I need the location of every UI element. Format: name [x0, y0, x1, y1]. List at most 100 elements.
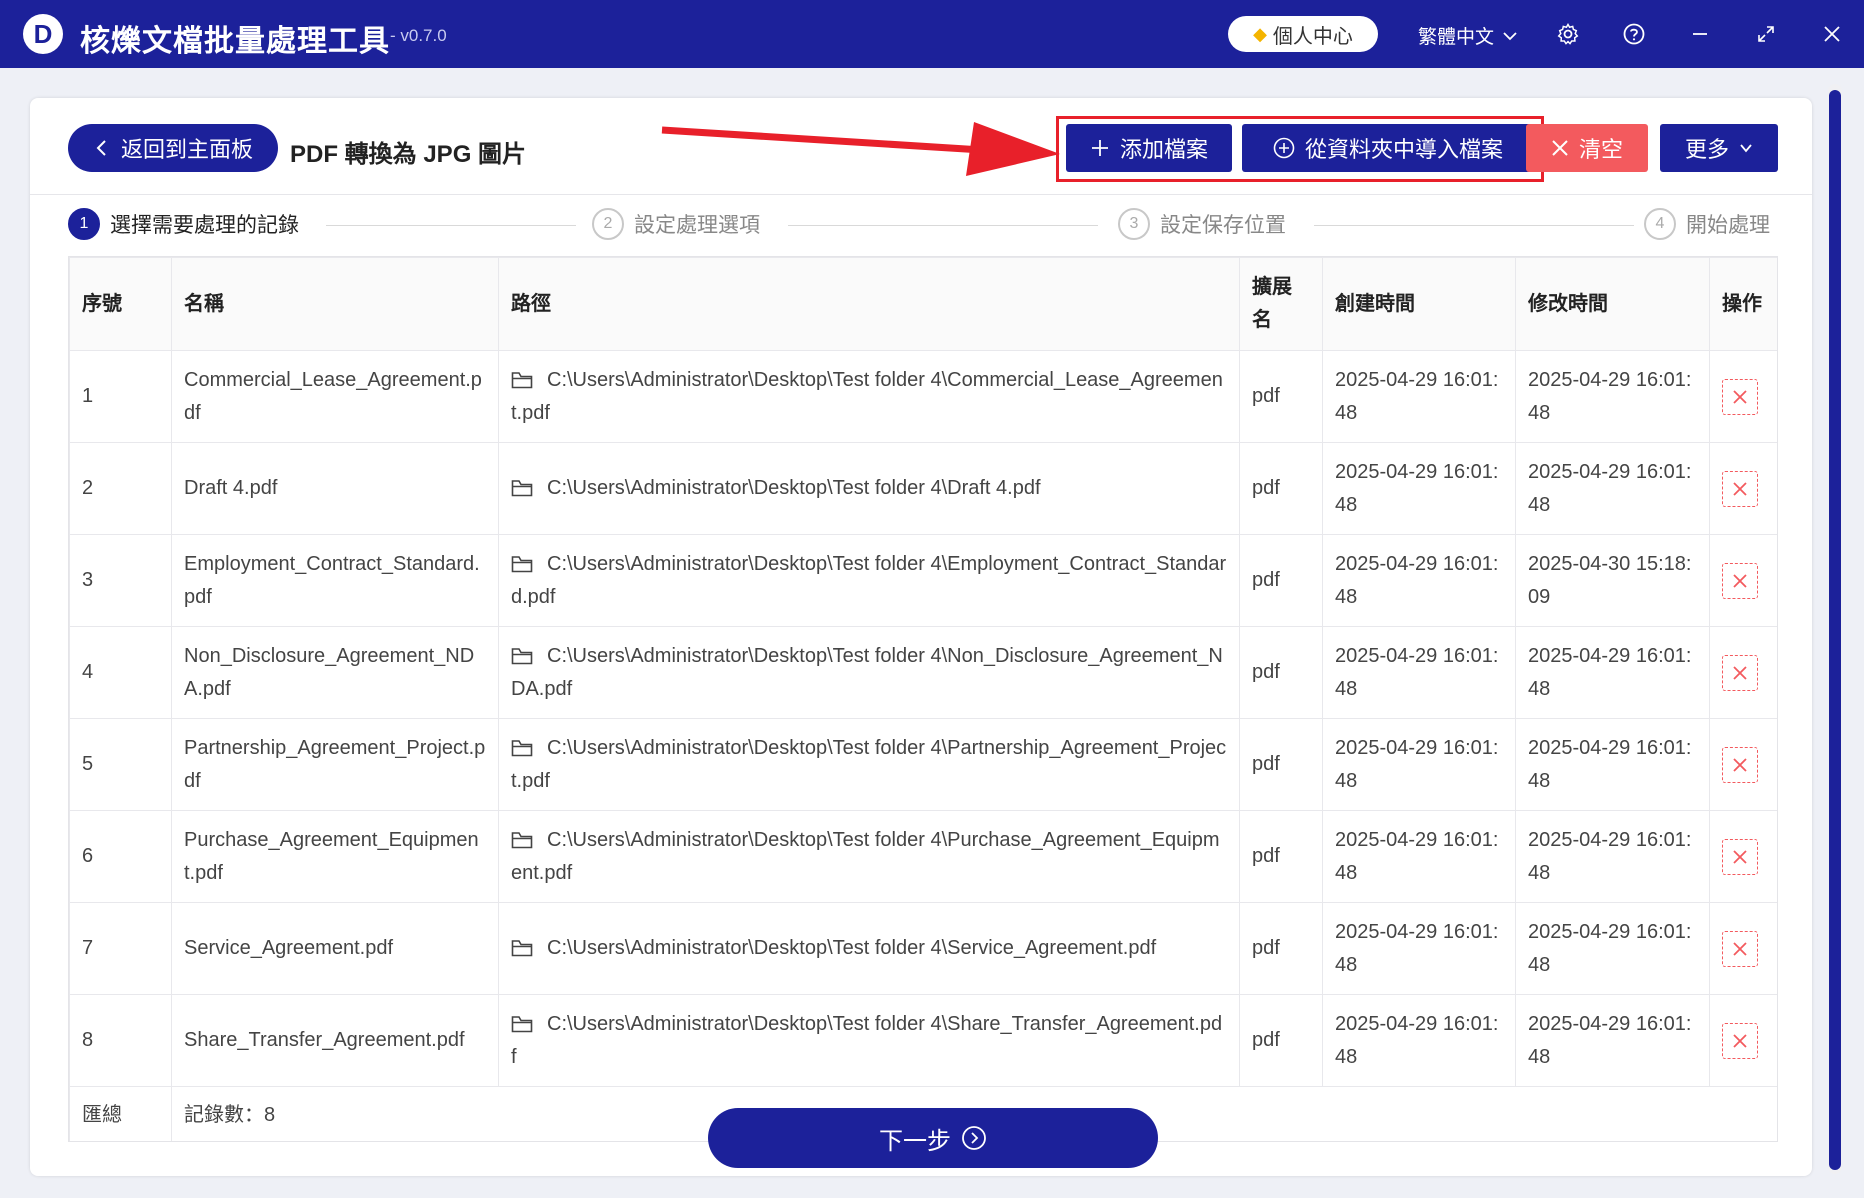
file-path-cell: C:\Users\Administrator\Desktop\Test fold…	[498, 718, 1240, 811]
language-label: 繁體中文	[1418, 27, 1495, 48]
column-header: 路徑	[498, 257, 1240, 351]
delete-row-button[interactable]	[1722, 654, 1758, 691]
step-1: 1 選擇需要處理的記錄	[68, 208, 299, 240]
file-extension: pdf	[1239, 718, 1323, 811]
user-center-label: 個人中心	[1272, 25, 1353, 48]
row-index: 8	[69, 994, 172, 1087]
minimize-icon[interactable]	[1682, 16, 1718, 52]
file-name: Non_Disclosure_Agreement_NDA.pdf	[171, 626, 499, 719]
created-time: 2025-04-29 16:01:48	[1322, 718, 1516, 811]
column-header: 創建時間	[1322, 257, 1516, 351]
chevron-down-icon	[1503, 31, 1517, 40]
step-3: 3 設定保存位置	[1118, 208, 1286, 240]
folder-icon	[511, 647, 533, 664]
step-2: 2 設定處理選項	[592, 208, 760, 240]
delete-row-button[interactable]	[1722, 746, 1758, 783]
chevron-down-icon	[1740, 144, 1752, 153]
row-index: 2	[69, 442, 172, 535]
delete-row-button[interactable]	[1722, 562, 1758, 599]
user-center-button[interactable]: ◆ 個人中心	[1228, 16, 1378, 52]
column-header: 序號	[69, 257, 172, 351]
file-path: C:\Users\Administrator\Desktop\Test fold…	[511, 828, 1220, 884]
column-header: 修改時間	[1515, 257, 1710, 351]
page-title: PDF 轉換為 JPG 圖片	[290, 141, 527, 168]
table-row[interactable]: 4 Non_Disclosure_Agreement_NDA.pdf C:\User…	[69, 626, 1777, 719]
created-time: 2025-04-29 16:01:48	[1322, 442, 1516, 535]
import-folder-button[interactable]: 從資料夾中導入檔案	[1242, 124, 1534, 172]
table-row[interactable]: 1 Commercial_Lease_Agreement.pdf C:\Users\…	[69, 350, 1777, 443]
plus-icon	[1091, 140, 1108, 156]
close-window-icon[interactable]	[1814, 16, 1850, 52]
close-icon	[1733, 665, 1747, 680]
file-extension: pdf	[1239, 810, 1323, 903]
back-label: 返回到主面板	[120, 137, 253, 162]
step-label: 設定保存位置	[1160, 214, 1286, 237]
file-path-cell: C:\Users\Administrator\Desktop\Test fold…	[498, 902, 1240, 995]
modified-time: 2025-04-30 15:18:09	[1515, 534, 1710, 627]
file-name: Partnership_Agreement_Project.pdf	[171, 718, 499, 811]
file-path-cell: C:\Users\Administrator\Desktop\Test fold…	[498, 626, 1240, 719]
back-to-main-button[interactable]: 返回到主面板	[68, 124, 278, 172]
modified-time: 2025-04-29 16:01:48	[1515, 902, 1710, 995]
maximize-icon[interactable]	[1748, 16, 1784, 52]
file-name: Share_Transfer_Agreement.pdf	[171, 994, 499, 1087]
gear-icon[interactable]	[1550, 16, 1586, 52]
modified-time: 2025-04-29 16:01:48	[1515, 810, 1710, 903]
created-time: 2025-04-29 16:01:48	[1322, 350, 1516, 443]
file-extension: pdf	[1239, 534, 1323, 627]
file-name: Draft 4.pdf	[171, 442, 499, 535]
folder-icon	[511, 555, 533, 572]
clear-label: 清空	[1578, 137, 1623, 162]
file-table: 序號 名稱 路徑 擴展名 創建時間 修改時間 操作 1 Commercial_Le…	[68, 256, 1778, 1142]
step-number: 2	[592, 208, 624, 240]
created-time: 2025-04-29 16:01:48	[1322, 626, 1516, 719]
table-row[interactable]: 2 Draft 4.pdf C:\Users\Administrator\Deskt…	[69, 442, 1777, 535]
import-folder-label: 從資料夾中導入檔案	[1304, 137, 1503, 162]
app-title: 核爍文檔批量處理工具	[80, 25, 390, 58]
action-cell	[1709, 994, 1777, 1087]
arrow-right-circle-icon	[962, 1126, 986, 1150]
table-row[interactable]: 7 Service_Agreement.pdf C:\Users\Administr…	[69, 902, 1777, 995]
file-name: Commercial_Lease_Agreement.pdf	[171, 350, 499, 443]
step-label: 開始處理	[1686, 214, 1770, 237]
folder-icon	[511, 1015, 533, 1032]
table-row[interactable]: 5 Partnership_Agreement_Project.pdf C:\Use…	[69, 718, 1777, 811]
step-connector	[788, 225, 1098, 226]
step-4: 4 開始處理	[1644, 208, 1770, 240]
file-extension: pdf	[1239, 994, 1323, 1087]
chevron-left-icon	[96, 140, 106, 156]
file-path: C:\Users\Administrator\Desktop\Test fold…	[547, 477, 1041, 499]
more-button[interactable]: 更多	[1660, 124, 1778, 172]
created-time: 2025-04-29 16:01:48	[1322, 810, 1516, 903]
delete-row-button[interactable]	[1722, 378, 1758, 415]
delete-row-button[interactable]	[1722, 838, 1758, 875]
language-select[interactable]: 繁體中文	[1418, 22, 1518, 49]
close-icon	[1733, 481, 1747, 496]
row-index: 6	[69, 810, 172, 903]
next-step-button[interactable]: 下一步	[708, 1108, 1158, 1168]
app-logo-icon: D	[23, 14, 63, 54]
delete-row-button[interactable]	[1722, 930, 1758, 967]
clear-button[interactable]: 清空	[1526, 124, 1648, 172]
main-panel: 返回到主面板 PDF 轉換為 JPG 圖片 添加檔案 從資料夾中導入檔案 清空 …	[30, 98, 1812, 1176]
title-bar: D 核爍文檔批量處理工具 - v0.7.0 ◆ 個人中心 繁體中文	[0, 0, 1864, 68]
table-row[interactable]: 6 Purchase_Agreement_Equipment.pdf C:\User…	[69, 810, 1777, 903]
delete-row-button[interactable]	[1722, 1022, 1758, 1059]
folder-icon	[511, 739, 533, 756]
column-header: 擴展名	[1239, 257, 1323, 351]
help-icon[interactable]	[1616, 16, 1652, 52]
file-path: C:\Users\Administrator\Desktop\Test fold…	[511, 552, 1227, 608]
modified-time: 2025-04-29 16:01:48	[1515, 626, 1710, 719]
close-icon	[1552, 140, 1568, 156]
scrollbar-thumb[interactable]	[1829, 90, 1841, 1170]
delete-row-button[interactable]	[1722, 470, 1758, 507]
action-cell	[1709, 442, 1777, 535]
action-cell	[1709, 626, 1777, 719]
table-row[interactable]: 8 Share_Transfer_Agreement.pdf C:\Users\Ad…	[69, 994, 1777, 1087]
table-row[interactable]: 3 Employment_Contract_Standard.pdf C:\User…	[69, 534, 1777, 627]
file-name: Service_Agreement.pdf	[171, 902, 499, 995]
add-file-button[interactable]: 添加檔案	[1066, 124, 1232, 172]
modified-time: 2025-04-29 16:01:48	[1515, 994, 1710, 1087]
file-path: C:\Users\Administrator\Desktop\Test fold…	[511, 368, 1223, 424]
step-connector	[326, 225, 576, 226]
